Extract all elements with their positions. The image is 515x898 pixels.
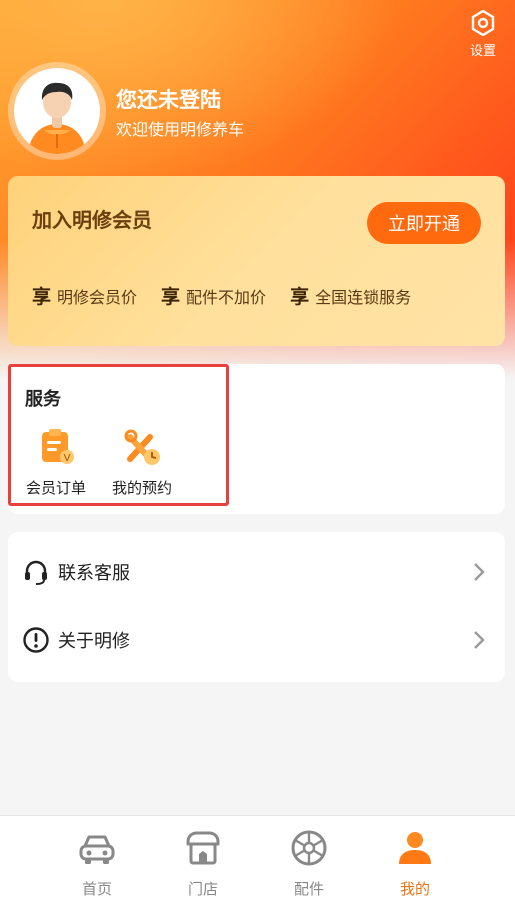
benefit-label: 明修会员价 [57,287,138,307]
benefit-prefix: 享 [32,286,52,308]
user-subtitle: 欢迎使用明修养车 [116,120,245,139]
benefit-prefix: 享 [290,286,310,308]
member-card: 加入明修会员 立即开通 享 明修会员价 享 配件不加价 享 全国连锁服务 [8,176,505,346]
avatar-image [14,68,100,154]
tab-label: 配件 [293,880,324,898]
car-icon [79,835,115,864]
member-order-item[interactable]: V 会员订单 [19,427,93,498]
menu-item-contact-service[interactable]: 联系客服 [8,542,505,602]
appointment-label: 我的预约 [111,479,172,497]
appointment-icon [124,429,160,465]
settings-button[interactable]: 设置 [461,9,505,59]
svg-text:V: V [64,453,71,464]
bottom-tab-bar: 首页 门店 配件 我的 [0,815,515,898]
tab-mine[interactable]: 我的 [375,828,455,898]
chevron-right-icon [474,563,485,581]
store-icon [186,831,220,865]
benefit-item: 享 明修会员价 [32,282,137,309]
menu-item-label: 联系客服 [58,563,130,584]
benefit-item: 享 配件不加价 [161,282,266,309]
member-order-label: 会员订单 [25,479,86,497]
menu-card: 联系客服 关于明修 [8,532,505,682]
info-icon [23,627,49,653]
service-card: 服务 V 会员订单 我的预约 [8,364,505,514]
service-highlight-box: 服务 V 会员订单 我的预约 [8,364,229,506]
appointment-item[interactable]: 我的预约 [105,427,179,498]
menu-item-about[interactable]: 关于明修 [8,610,505,670]
gear-icon [470,9,496,37]
avatar[interactable] [8,62,106,160]
benefit-label: 全国连锁服务 [315,287,412,307]
tab-home[interactable]: 首页 [57,828,137,898]
user-name[interactable]: 您还未登陆 [116,84,221,114]
tab-label: 首页 [81,880,112,898]
member-order-icon: V [42,429,74,464]
settings-label: 设置 [469,44,496,59]
headset-icon [25,560,47,585]
benefit-item: 享 全国连锁服务 [290,282,411,309]
join-member-button[interactable]: 立即开通 [367,202,481,244]
chevron-right-icon [474,631,485,649]
member-title: 加入明修会员 [32,208,152,232]
tab-store[interactable]: 门店 [163,828,243,898]
benefit-prefix: 享 [161,286,181,308]
member-benefits: 享 明修会员价 享 配件不加价 享 全国连锁服务 [32,282,411,309]
tab-label: 门店 [187,880,218,898]
menu-item-label: 关于明修 [58,631,130,652]
wheel-icon [291,830,327,866]
benefit-label: 配件不加价 [186,287,267,307]
tab-parts[interactable]: 配件 [269,828,349,898]
tab-label: 我的 [399,880,430,898]
person-icon [399,832,431,864]
service-title: 服务 [25,389,61,410]
